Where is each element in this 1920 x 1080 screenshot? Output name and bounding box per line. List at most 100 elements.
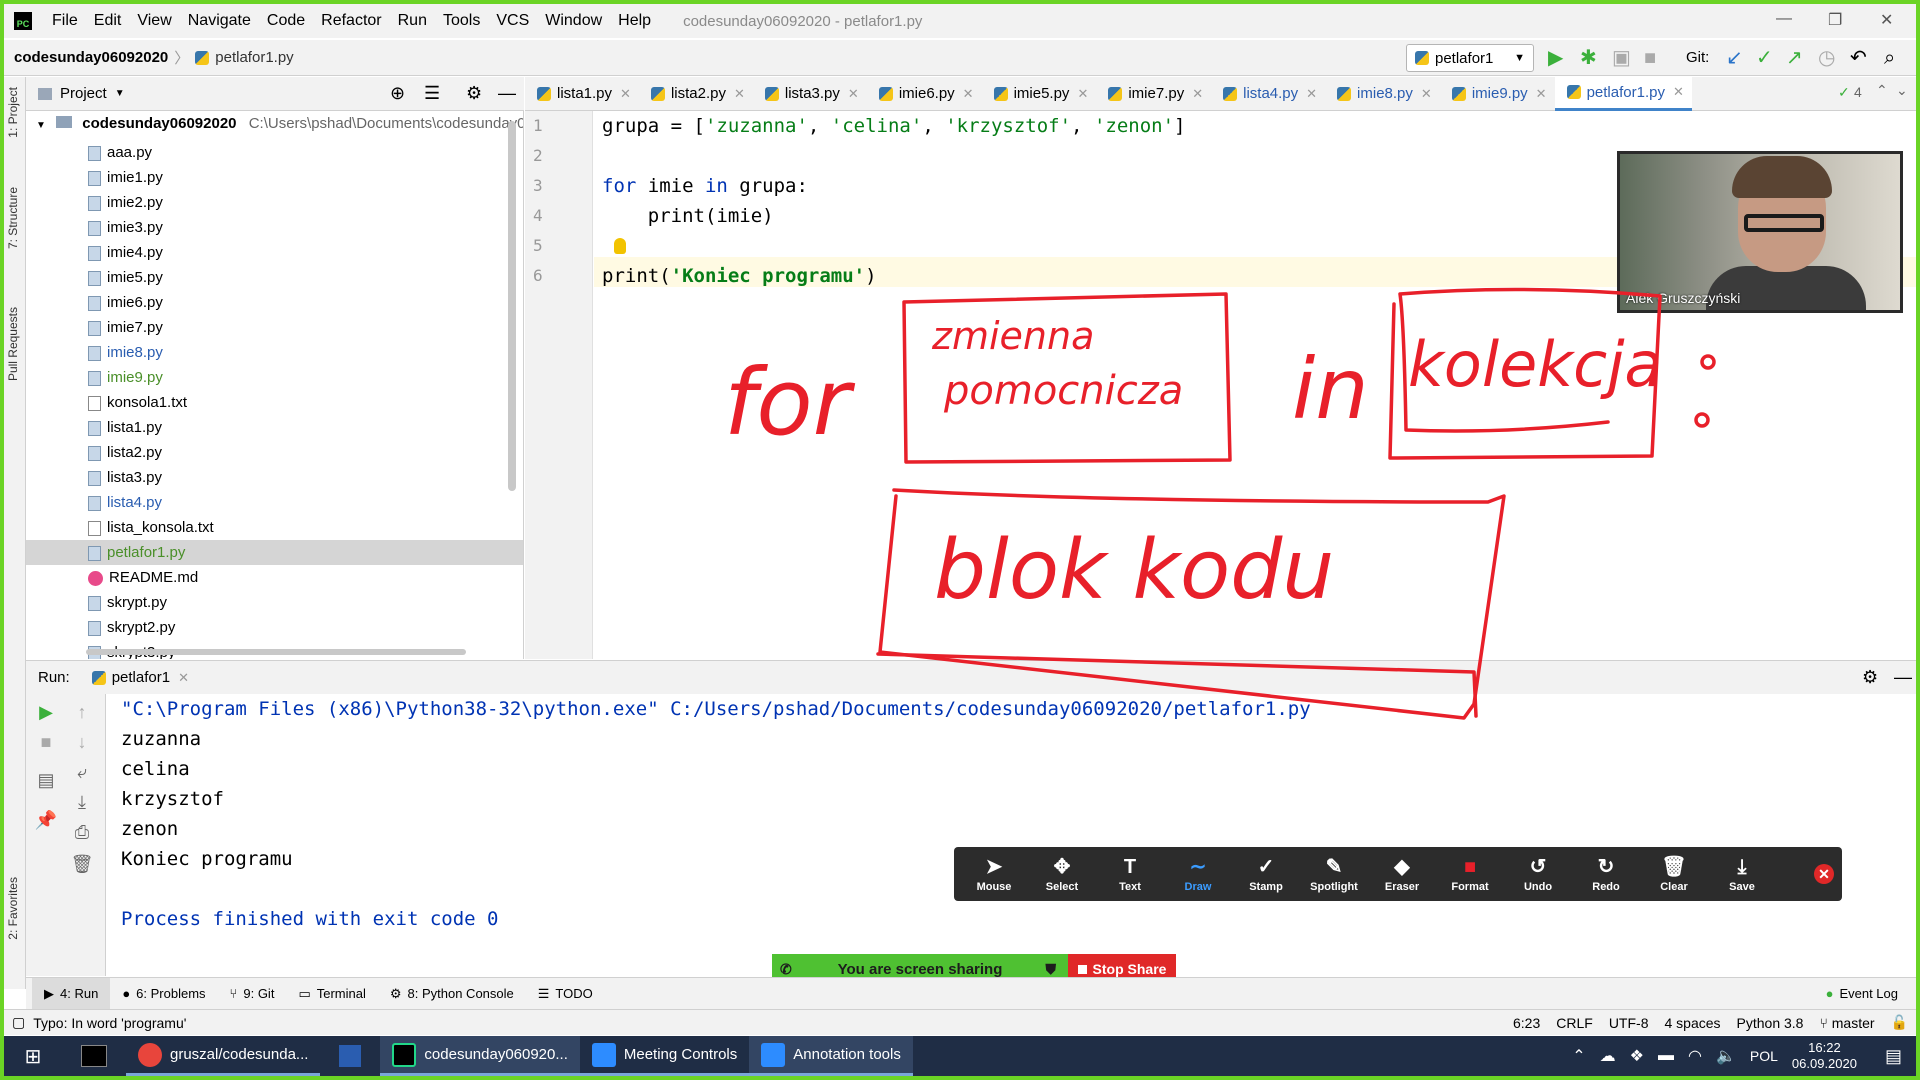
taskbar-meeting-controls[interactable]: Meeting Controls	[579, 1036, 750, 1076]
tree-item[interactable]: lista_konsola.txt	[88, 515, 523, 540]
close-tab-icon[interactable]: ✕	[178, 670, 189, 686]
tree-item[interactable]: skrypt.py	[88, 590, 523, 615]
breadcrumb-project[interactable]: codesunday06092020	[14, 49, 168, 66]
tree-item[interactable]: imie7.py	[88, 315, 523, 340]
coverage-icon[interactable]: ▣	[1612, 46, 1631, 70]
breadcrumb-file[interactable]: petlafor1.py	[215, 49, 293, 66]
taskbar-pycharm[interactable]: codesunday060920...	[380, 1036, 580, 1076]
caret-position[interactable]: 6:23	[1505, 1015, 1548, 1031]
indent-setting[interactable]: 4 spaces	[1656, 1015, 1728, 1031]
annotation-tool-format[interactable]: ■ Format	[1436, 847, 1504, 901]
project-panel-title[interactable]: Project	[60, 85, 107, 102]
file-encoding[interactable]: UTF-8	[1601, 1015, 1657, 1031]
close-tab-icon[interactable]: ✕	[848, 86, 859, 102]
trash-icon[interactable]: 🗑	[70, 854, 94, 875]
event-log[interactable]: ● Event Log	[1814, 978, 1910, 1010]
annotation-tool-save[interactable]: ⤓ Save	[1708, 847, 1776, 901]
stop-icon[interactable]: ■	[1644, 46, 1656, 70]
close-annotation-icon[interactable]: ✕	[1814, 864, 1834, 884]
git-push-icon[interactable]: ↗	[1786, 46, 1803, 70]
close-tab-icon[interactable]: ✕	[1306, 86, 1317, 102]
menu-vcs[interactable]: VCS	[488, 12, 537, 30]
scrollbar[interactable]	[508, 121, 516, 491]
gear-icon[interactable]: ⚙	[1862, 667, 1878, 688]
tree-item[interactable]: imie3.py	[88, 215, 523, 240]
close-tab-icon[interactable]: ✕	[1673, 84, 1684, 100]
annotation-tool-mouse[interactable]: ➤ Mouse	[960, 847, 1028, 901]
tree-item[interactable]: imie5.py	[88, 265, 523, 290]
git-update-icon[interactable]: ↙	[1726, 46, 1743, 70]
menu-help[interactable]: Help	[610, 12, 659, 30]
close-window-icon[interactable]: ✕	[1880, 10, 1893, 30]
taskbar-annotation-tools[interactable]: Annotation tools	[749, 1036, 913, 1076]
debug-icon[interactable]: ✱	[1580, 46, 1597, 70]
close-tab-icon[interactable]: ✕	[1421, 86, 1432, 102]
down-arrow-icon[interactable]: ↓	[70, 732, 94, 753]
python-interpreter[interactable]: Python 3.8	[1729, 1015, 1812, 1031]
editor-tab[interactable]: imie6.py ✕	[867, 77, 982, 111]
cloud-icon[interactable]: ☁	[1600, 1046, 1616, 1066]
stop-icon[interactable]: ■	[34, 732, 58, 753]
terminal-taskbar-icon[interactable]	[62, 1036, 126, 1076]
run-icon[interactable]: ▶	[1548, 46, 1563, 70]
editor-tab[interactable]: lista2.py ✕	[639, 77, 753, 111]
tree-item[interactable]: imie4.py	[88, 240, 523, 265]
tab-pull-requests[interactable]: Pull Requests	[6, 307, 20, 381]
menu-edit[interactable]: Edit	[86, 12, 130, 30]
tree-item[interactable]: aaa.py	[88, 140, 523, 165]
annotation-tool-undo[interactable]: ↺ Undo	[1504, 847, 1572, 901]
editor-tab[interactable]: lista4.py ✕	[1211, 77, 1325, 111]
notifications-icon[interactable]: ▤	[1885, 1046, 1902, 1067]
inspection-ok-icon[interactable]: ✓	[1838, 84, 1850, 101]
close-tab-icon[interactable]: ✕	[734, 86, 745, 102]
tab-run[interactable]: ▶ 4: Run	[32, 977, 111, 1010]
tab-git[interactable]: ⑂ 9: Git	[218, 978, 287, 1010]
tree-item[interactable]: skrypt2.py	[88, 615, 523, 640]
menu-view[interactable]: View	[129, 12, 179, 30]
git-commit-icon[interactable]: ✓	[1756, 46, 1773, 70]
close-tab-icon[interactable]: ✕	[620, 86, 631, 102]
tab-todo[interactable]: ☰ TODO	[526, 978, 605, 1010]
horizontal-scrollbar[interactable]	[86, 649, 466, 655]
chevron-up-icon[interactable]: ⌃	[1572, 1046, 1585, 1066]
tree-item[interactable]: imie8.py	[88, 340, 523, 365]
tree-item[interactable]: imie9.py	[88, 365, 523, 390]
tree-item[interactable]: konsola1.txt	[88, 390, 523, 415]
scroll-end-icon[interactable]: ⤓	[70, 792, 94, 813]
menu-window[interactable]: Window	[537, 12, 610, 30]
lock-icon[interactable]: 🔓	[1883, 1014, 1916, 1031]
editor-tab[interactable]: imie8.py ✕	[1325, 77, 1440, 111]
hide-icon[interactable]: —	[498, 83, 516, 104]
tree-item[interactable]: lista1.py	[88, 415, 523, 440]
tab-favorites[interactable]: 2: Favorites	[6, 877, 20, 940]
pin-icon[interactable]: 📌	[34, 810, 58, 831]
tree-item[interactable]: README.md	[88, 565, 523, 590]
annotation-tool-redo[interactable]: ↻ Redo	[1572, 847, 1640, 901]
soft-wrap-icon[interactable]: ⤶	[70, 762, 94, 783]
annotation-tool-text[interactable]: T Text	[1096, 847, 1164, 901]
run-console[interactable]: "C:\Program Files (x86)\Python38-32\pyth…	[107, 694, 1916, 976]
up-arrow-icon[interactable]: ↑	[70, 702, 94, 723]
editor-tab[interactable]: imie9.py ✕	[1440, 77, 1555, 111]
rollback-icon[interactable]: ↶	[1850, 46, 1867, 70]
editor-tab[interactable]: imie7.py ✕	[1096, 77, 1211, 111]
annotation-tool-spotlight[interactable]: ✎ Spotlight	[1300, 847, 1368, 901]
collapse-icon[interactable]: ☰	[424, 83, 440, 104]
wifi-icon[interactable]: ◠	[1688, 1046, 1702, 1066]
chevron-up-icon[interactable]: ⌃	[1876, 82, 1888, 99]
run-tab[interactable]: petlafor1	[112, 669, 170, 686]
close-tab-icon[interactable]: ✕	[963, 86, 974, 102]
rerun-icon[interactable]: ▶	[34, 702, 58, 723]
save-app-icon[interactable]	[320, 1036, 380, 1076]
tree-item[interactable]: imie6.py	[88, 290, 523, 315]
windows-start-icon[interactable]: ⊞	[4, 1036, 62, 1076]
annotation-tool-select[interactable]: ✥ Select	[1028, 847, 1096, 901]
menu-file[interactable]: File	[44, 12, 86, 30]
history-icon[interactable]: ◷	[1818, 46, 1835, 70]
editor-tab[interactable]: petlafor1.py ✕	[1554, 76, 1692, 111]
tree-item[interactable]: lista3.py	[88, 465, 523, 490]
menu-tools[interactable]: Tools	[435, 12, 488, 30]
close-tab-icon[interactable]: ✕	[1077, 86, 1088, 102]
tree-item[interactable]: lista2.py	[88, 440, 523, 465]
tree-item[interactable]: lista4.py	[88, 490, 523, 515]
